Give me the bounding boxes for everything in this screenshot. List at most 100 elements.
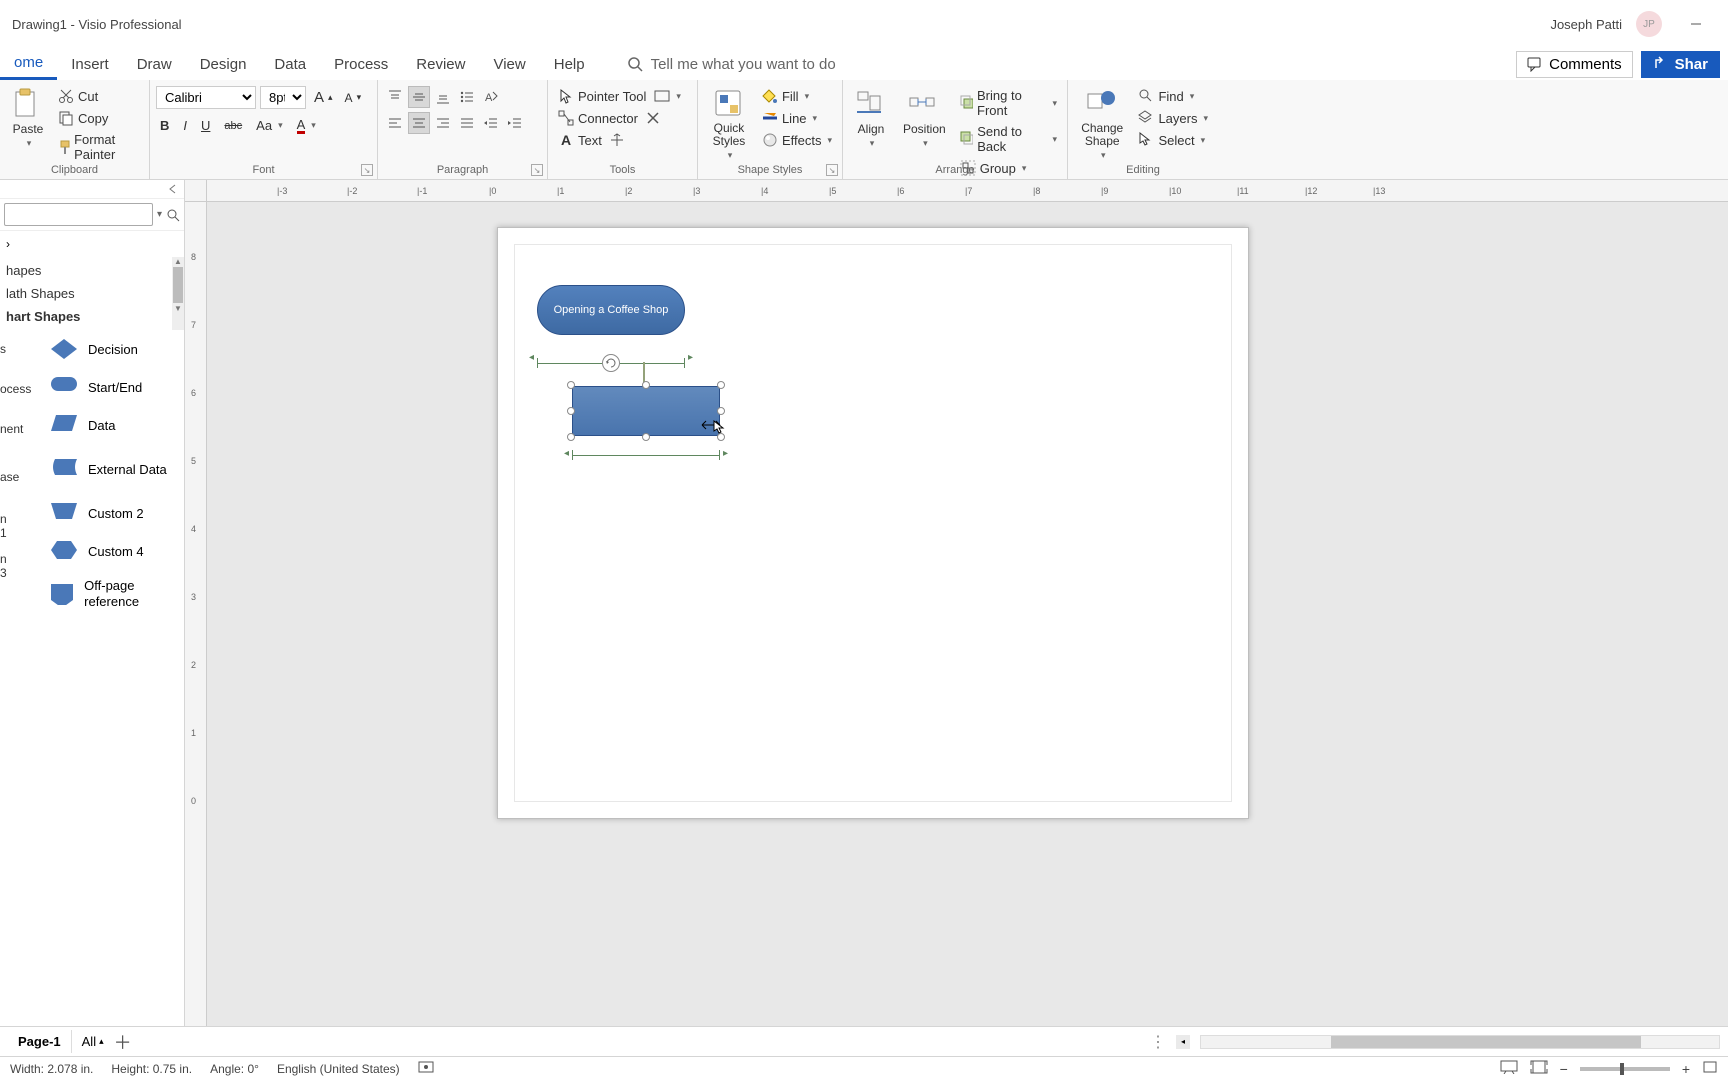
shapes-category[interactable]: hart Shapes	[0, 305, 172, 328]
drawing-canvas[interactable]: Opening a Coffee Shop ▸ ◂	[207, 202, 1728, 1026]
align-top-button[interactable]	[384, 86, 406, 108]
align-middle-button[interactable]	[408, 86, 430, 108]
shape-item[interactable]: Data	[44, 406, 184, 444]
tab-design[interactable]: Design	[186, 50, 261, 79]
shape-start-end[interactable]: Opening a Coffee Shop	[537, 285, 685, 335]
shape-item[interactable]: Custom 2	[44, 494, 184, 532]
shape-styles-dialog-launcher[interactable]: ↘	[826, 164, 838, 176]
selection-handle-nw[interactable]	[567, 381, 575, 389]
scroll-up-icon[interactable]: ▲	[172, 257, 184, 266]
line-button[interactable]: Line▾	[758, 108, 836, 128]
align-left-button[interactable]	[384, 112, 406, 134]
selection-handle-s[interactable]	[642, 433, 650, 441]
shape-item-left[interactable]: s	[0, 330, 14, 370]
hscroll-track[interactable]	[1200, 1035, 1720, 1049]
effects-button[interactable]: Effects▾	[758, 130, 836, 150]
font-color-button[interactable]: A ▾	[293, 115, 320, 136]
change-case-button[interactable]: Aa▾	[252, 116, 286, 135]
text-direction-button[interactable]: A	[480, 86, 502, 108]
font-dialog-launcher[interactable]: ↘	[361, 164, 373, 176]
decrease-indent-button[interactable]	[480, 112, 502, 134]
shapes-pane-collapse[interactable]	[0, 180, 184, 199]
scroll-down-icon[interactable]: ▼	[172, 304, 184, 313]
scroll-thumb[interactable]	[173, 267, 183, 303]
shapes-nav-back[interactable]: ›	[6, 237, 10, 251]
categories-scrollbar[interactable]: ▲ ▼	[172, 257, 184, 330]
tab-draw[interactable]: Draw	[123, 50, 186, 79]
selection-handle-se[interactable]	[717, 433, 725, 441]
shapes-search-input[interactable]	[4, 203, 153, 226]
find-button[interactable]: Find▾	[1134, 86, 1212, 106]
tell-me-search[interactable]: Tell me what you want to do	[627, 56, 836, 73]
bullets-button[interactable]	[456, 86, 478, 108]
tab-data[interactable]: Data	[260, 50, 320, 79]
paragraph-dialog-launcher[interactable]: ↘	[531, 164, 543, 176]
align-bottom-button[interactable]	[432, 86, 454, 108]
shape-item-left[interactable]: ase	[0, 450, 14, 500]
zoom-thumb[interactable]	[1620, 1063, 1624, 1075]
tab-insert[interactable]: Insert	[57, 50, 123, 79]
align-center-button[interactable]	[408, 112, 430, 134]
change-shape-button[interactable]: Change Shape ▾	[1074, 86, 1130, 163]
align-button[interactable]: Align ▾	[849, 86, 893, 151]
delete-connector-button[interactable]	[642, 109, 664, 127]
fill-button[interactable]: Fill▾	[758, 86, 836, 106]
tab-review[interactable]: Review	[402, 50, 479, 79]
fit-page-button[interactable]	[1530, 1060, 1548, 1077]
shape-item-left[interactable]: n 1	[0, 500, 14, 540]
search-dropdown[interactable]: ▾	[157, 209, 162, 220]
zoom-slider[interactable]	[1580, 1067, 1670, 1071]
justify-button[interactable]	[456, 112, 478, 134]
tab-process[interactable]: Process	[320, 50, 402, 79]
shape-item-left[interactable]: nent	[0, 410, 14, 450]
underline-button[interactable]: U	[197, 116, 214, 135]
grow-font-button[interactable]: A▴	[310, 87, 337, 108]
shape-item-left[interactable]: ocess	[0, 370, 14, 410]
rectangle-tool-button[interactable]: ▾	[650, 88, 685, 104]
macro-recording-button[interactable]	[418, 1060, 434, 1077]
connector-tool-button[interactable]: Connector	[554, 108, 642, 128]
shape-item[interactable]: External Data	[44, 444, 184, 494]
shape-item[interactable]: Decision	[44, 330, 184, 368]
pointer-tool-button[interactable]: Pointer Tool	[554, 86, 650, 106]
quick-styles-button[interactable]: Quick Styles ▾	[704, 86, 754, 163]
status-language[interactable]: English (United States)	[277, 1062, 400, 1076]
rotate-handle[interactable]	[602, 354, 620, 372]
selection-handle-ne[interactable]	[717, 381, 725, 389]
align-right-button[interactable]	[432, 112, 454, 134]
presentation-mode-button[interactable]	[1500, 1060, 1518, 1077]
format-painter-button[interactable]: Format Painter	[54, 130, 143, 164]
shape-item[interactable]: Off-page reference	[44, 570, 184, 617]
fit-window-button[interactable]	[1702, 1060, 1718, 1077]
shrink-font-button[interactable]: A▾	[341, 89, 366, 107]
bold-button[interactable]: B	[156, 116, 173, 135]
bring-to-front-button[interactable]: Bring to Front▾	[956, 86, 1061, 120]
select-button[interactable]: Select▾	[1134, 130, 1212, 150]
hscroll-thumb[interactable]	[1331, 1036, 1642, 1048]
font-name-select[interactable]: Calibri	[156, 86, 256, 109]
share-button[interactable]: Shar	[1641, 51, 1720, 78]
selection-handle-w[interactable]	[567, 407, 575, 415]
selection-handle-n[interactable]	[642, 381, 650, 389]
selection-handle-e[interactable]	[717, 407, 725, 415]
add-page-button[interactable]: ＋	[114, 1029, 132, 1055]
tab-help[interactable]: Help	[540, 50, 599, 79]
send-to-back-button[interactable]: Send to Back▾	[956, 122, 1061, 156]
hscroll-left[interactable]: ◂	[1176, 1035, 1190, 1049]
all-pages-button[interactable]: All▴	[82, 1034, 104, 1049]
shapes-category[interactable]: lath Shapes	[0, 282, 172, 305]
tab-home[interactable]: ome	[0, 48, 57, 80]
strike-button[interactable]: abc	[220, 118, 246, 134]
italic-button[interactable]: I	[179, 116, 191, 135]
user-avatar[interactable]: JP	[1636, 11, 1662, 37]
comments-button[interactable]: Comments	[1516, 51, 1633, 78]
selection-handle-sw[interactable]	[567, 433, 575, 441]
page-tab[interactable]: Page-1	[8, 1030, 72, 1053]
zoom-in-button[interactable]: +	[1682, 1061, 1690, 1077]
increase-indent-button[interactable]	[504, 112, 526, 134]
layers-button[interactable]: Layers▾	[1134, 108, 1212, 128]
hscroll-menu[interactable]: ⋮	[1150, 1032, 1166, 1052]
shape-item[interactable]: Start/End	[44, 368, 184, 406]
connection-point-button[interactable]	[606, 131, 628, 149]
position-button[interactable]: Position ▾	[897, 86, 952, 151]
